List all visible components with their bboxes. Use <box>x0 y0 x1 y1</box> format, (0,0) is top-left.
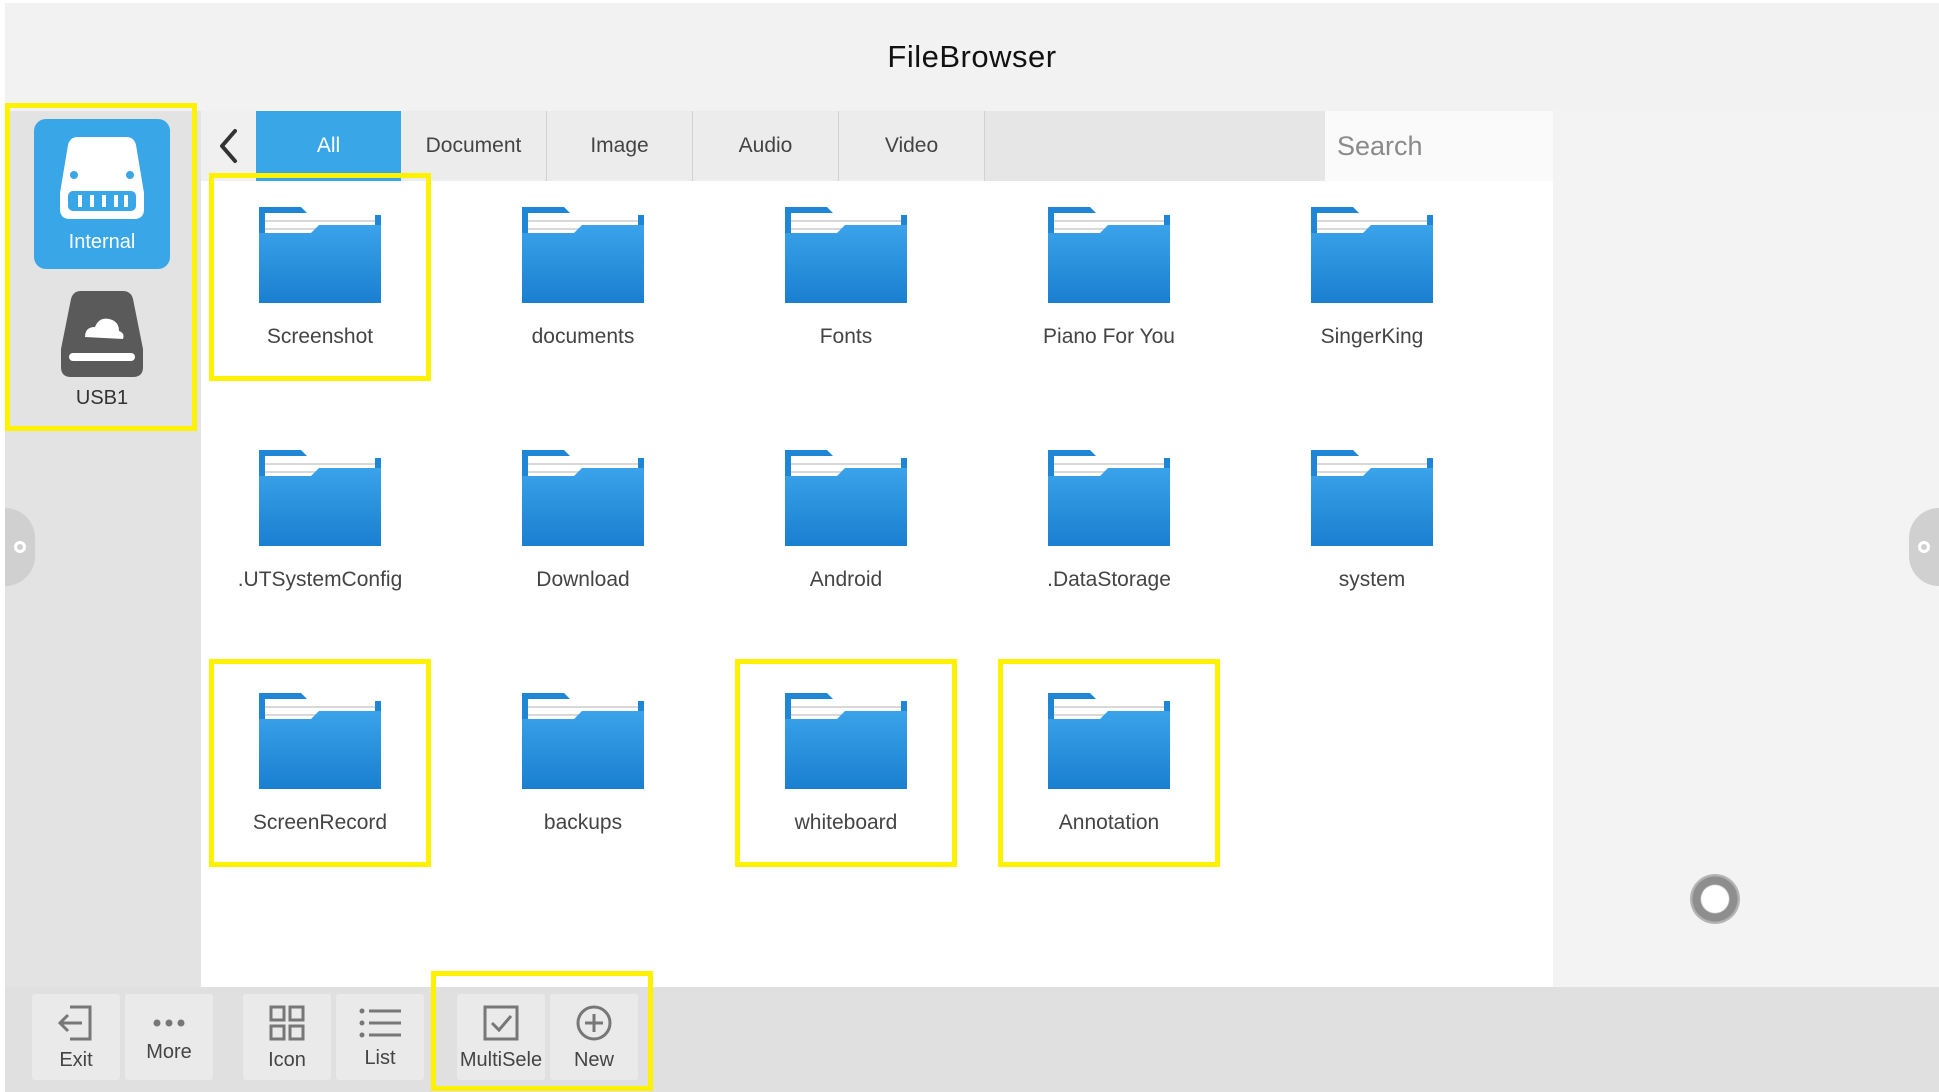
tab-video[interactable]: Video <box>839 111 985 181</box>
usb-drive-icon <box>61 291 143 377</box>
folder-icon <box>785 693 907 789</box>
exit-icon <box>57 1005 92 1040</box>
folder-item[interactable]: Annotation <box>1002 667 1216 867</box>
folder-icon <box>1311 450 1433 546</box>
folder-name: Piano For You <box>1043 325 1175 348</box>
folder-icon <box>1048 450 1170 546</box>
folder-icon <box>522 693 644 789</box>
folder-icon <box>1311 207 1433 303</box>
more-icon <box>153 1019 185 1026</box>
folder-item[interactable]: Download <box>476 424 690 624</box>
device-usb1[interactable]: USB1 <box>34 283 170 433</box>
device-internal[interactable]: Internal <box>34 119 170 269</box>
tab-image[interactable]: Image <box>547 111 693 181</box>
file-grid-area: Screenshot documents Fonts Piano For You… <box>201 173 1553 987</box>
tab-audio[interactable]: Audio <box>693 111 839 181</box>
folder-icon <box>785 207 907 303</box>
tab-all[interactable]: All <box>256 111 401 181</box>
app-title: FileBrowser <box>887 39 1057 74</box>
floating-assistant-ball[interactable] <box>1690 874 1740 924</box>
folder-item[interactable]: Piano For You <box>1002 181 1216 381</box>
folder-item[interactable]: system <box>1265 424 1479 624</box>
folder-name: system <box>1338 568 1406 591</box>
folder-name: backups <box>543 811 623 834</box>
checkbox-icon <box>483 1005 519 1040</box>
device-label: USB1 <box>75 387 129 409</box>
detail-pane <box>1553 111 1939 987</box>
handle-dot-icon <box>14 541 26 553</box>
folder-icon <box>1048 693 1170 789</box>
folder-name: .DataStorage <box>1047 568 1171 591</box>
icon-view-label: Icon <box>268 1048 306 1071</box>
folder-item[interactable]: SingerKing <box>1265 181 1479 381</box>
list-view-button[interactable]: List <box>336 994 424 1080</box>
handle-dot-icon <box>1918 541 1930 553</box>
folder-item[interactable]: ScreenRecord <box>213 667 427 867</box>
more-button[interactable]: More <box>125 994 213 1080</box>
new-label: New <box>573 1048 614 1071</box>
folder-name: Download <box>536 568 630 591</box>
multiselect-label: MultiSele <box>459 1048 543 1071</box>
list-view-icon <box>359 1008 401 1037</box>
more-label: More <box>146 1040 192 1063</box>
folder-icon <box>522 207 644 303</box>
folder-item[interactable]: Screenshot <box>213 181 427 381</box>
bottom-toolbar: Exit More Icon List MultiSele New <box>5 987 1939 1092</box>
folder-name: Android <box>809 568 883 591</box>
internal-storage-icon <box>60 137 144 219</box>
exit-button[interactable]: Exit <box>32 994 120 1080</box>
category-tabbar: All Document Image Audio Video <box>201 111 1753 181</box>
folder-item[interactable]: .UTSystemConfig <box>213 424 427 624</box>
folder-item[interactable]: Fonts <box>739 181 953 381</box>
list-view-label: List <box>364 1046 396 1069</box>
folder-icon <box>785 450 907 546</box>
folder-item[interactable]: Android <box>739 424 953 624</box>
add-circle-icon <box>576 1005 612 1040</box>
exit-label: Exit <box>59 1048 93 1071</box>
device-label: Internal <box>68 231 136 253</box>
folder-icon <box>259 207 381 303</box>
title-bar: FileBrowser <box>5 3 1939 111</box>
folder-icon <box>522 450 644 546</box>
folder-icon <box>259 450 381 546</box>
folder-name: SingerKing <box>1320 325 1424 348</box>
chevron-left-icon <box>219 129 237 163</box>
folder-name: whiteboard <box>794 811 898 834</box>
folder-name: .UTSystemConfig <box>237 568 403 591</box>
folder-name: Fonts <box>819 325 873 348</box>
icon-view-button[interactable]: Icon <box>243 994 331 1080</box>
folder-name: documents <box>531 325 635 348</box>
folder-name: Annotation <box>1058 811 1160 834</box>
folder-item[interactable]: documents <box>476 181 690 381</box>
grid-view-icon <box>269 1005 305 1040</box>
folder-item[interactable]: backups <box>476 667 690 867</box>
folder-icon <box>1048 207 1170 303</box>
multiselect-button[interactable]: MultiSele <box>457 994 545 1080</box>
folder-item[interactable]: whiteboard <box>739 667 953 867</box>
back-button[interactable] <box>201 111 256 181</box>
tab-document[interactable]: Document <box>401 111 547 181</box>
folder-name: Screenshot <box>266 325 374 348</box>
folder-item[interactable]: .DataStorage <box>1002 424 1216 624</box>
new-button[interactable]: New <box>550 994 638 1080</box>
folder-icon <box>259 693 381 789</box>
folder-name: ScreenRecord <box>252 811 388 834</box>
